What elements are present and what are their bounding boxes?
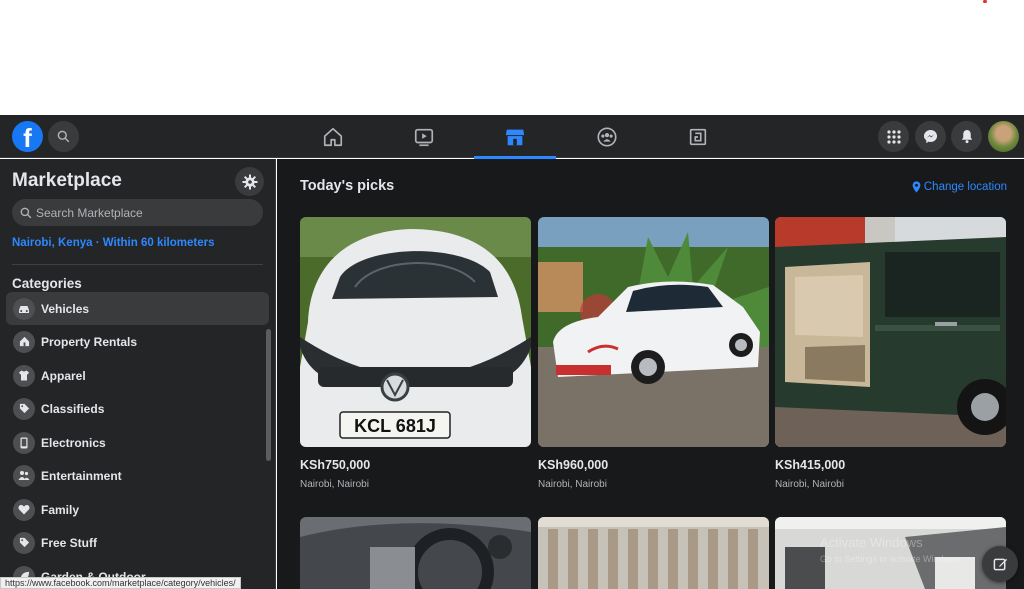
section-title: Today's picks bbox=[300, 178, 395, 194]
people-icon bbox=[13, 464, 35, 487]
category-label: Vehicles bbox=[41, 301, 90, 316]
shirt-icon bbox=[13, 364, 35, 387]
windows-activation-watermark: Activate Windows Go to Settings to activ… bbox=[820, 535, 962, 567]
category-entertainment[interactable]: Entertainment bbox=[6, 459, 269, 492]
listing-location: Nairobi, Nairobi bbox=[775, 479, 844, 490]
listing-price: KSh750,000 bbox=[300, 458, 371, 472]
listing-photo[interactable]: KCL 681J bbox=[300, 217, 531, 447]
sidebar-title: Marketplace bbox=[12, 170, 122, 191]
search-icon bbox=[57, 130, 70, 143]
listing-location: Nairobi, Nairobi bbox=[300, 479, 369, 490]
notifications-button[interactable] bbox=[951, 121, 982, 152]
category-family[interactable]: Family bbox=[6, 493, 269, 526]
bell-icon bbox=[961, 129, 972, 144]
listing-location: Nairobi, Nairobi bbox=[538, 479, 607, 490]
phone-icon bbox=[13, 431, 35, 454]
category-label: Electronics bbox=[41, 435, 106, 450]
listing-photo[interactable] bbox=[538, 217, 769, 447]
settings-button[interactable] bbox=[235, 167, 264, 196]
location-pin-icon bbox=[912, 181, 921, 193]
tab-marketplace[interactable] bbox=[474, 115, 556, 159]
browser-blank-area bbox=[0, 0, 1024, 115]
listing-photo[interactable] bbox=[775, 217, 1006, 447]
messenger-icon bbox=[923, 129, 938, 144]
grid-menu-icon bbox=[886, 129, 901, 144]
sidebar-scrollbar[interactable] bbox=[266, 329, 271, 461]
home-icon bbox=[323, 127, 343, 146]
messenger-button[interactable] bbox=[915, 121, 946, 152]
red-indicator bbox=[983, 0, 987, 3]
search-button[interactable] bbox=[48, 121, 79, 152]
search-input[interactable] bbox=[36, 205, 256, 220]
watermark-line-2: Go to Settings to activate Windows. bbox=[820, 554, 963, 564]
video-icon bbox=[414, 128, 434, 146]
status-bar-url: https://www.facebook.com/marketplace/cat… bbox=[0, 577, 241, 589]
listing-price: KSh415,000 bbox=[775, 458, 846, 472]
menu-button[interactable] bbox=[878, 121, 909, 152]
tab-home[interactable] bbox=[292, 115, 374, 158]
gear-icon bbox=[242, 174, 257, 189]
watermark-line-1: Activate Windows bbox=[820, 535, 923, 550]
listing-card[interactable]: KCL 681J KSh750,000 Nairobi, Nairobi bbox=[300, 217, 531, 490]
category-free-stuff[interactable]: Free Stuff bbox=[6, 526, 269, 559]
gaming-icon bbox=[689, 128, 707, 145]
listing-card[interactable]: KSh960,000 Nairobi, Nairobi bbox=[538, 217, 769, 490]
edit-icon bbox=[993, 558, 1007, 570]
license-plate: KCL 681J bbox=[354, 416, 436, 436]
category-label: Apparel bbox=[41, 368, 86, 383]
tab-groups[interactable] bbox=[566, 115, 648, 158]
marketplace-sidebar: Marketplace Nairobi, Kenya · Within 60 k… bbox=[0, 159, 276, 589]
listing-photo[interactable] bbox=[300, 517, 531, 589]
car-icon bbox=[13, 297, 35, 320]
heart-icon bbox=[13, 498, 35, 521]
search-icon bbox=[20, 207, 32, 218]
tab-gaming[interactable] bbox=[657, 115, 739, 158]
tag-icon bbox=[13, 397, 35, 420]
groups-icon bbox=[597, 126, 617, 147]
store-icon bbox=[505, 129, 525, 145]
change-location-label: Change location bbox=[923, 181, 1007, 193]
marketplace-feed: Today's picks Change location KCL 681J K… bbox=[277, 159, 1024, 589]
house-icon bbox=[13, 330, 35, 353]
tab-watch[interactable] bbox=[383, 115, 465, 158]
avatar[interactable] bbox=[988, 121, 1019, 152]
category-classifieds[interactable]: Classifieds bbox=[6, 392, 269, 425]
category-apparel[interactable]: Apparel bbox=[6, 359, 269, 392]
category-label: Free Stuff bbox=[41, 535, 98, 550]
facebook-logo[interactable]: f bbox=[12, 121, 43, 152]
change-location-link[interactable]: Change location bbox=[912, 181, 1007, 193]
category-vehicles[interactable]: Vehicles bbox=[6, 292, 269, 325]
listing-card[interactable]: KSh415,000 Nairobi, Nairobi bbox=[775, 217, 1006, 490]
tag-icon bbox=[13, 531, 35, 554]
category-property-rentals[interactable]: Property Rentals bbox=[6, 325, 269, 358]
location-filter-link[interactable]: Nairobi, Kenya · Within 60 kilometers bbox=[12, 237, 214, 249]
categories-heading: Categories bbox=[12, 276, 82, 291]
category-label: Property Rentals bbox=[41, 334, 138, 349]
divider bbox=[12, 264, 263, 265]
category-label: Classifieds bbox=[41, 401, 105, 416]
top-navigation-bar: f bbox=[0, 115, 1024, 159]
listing-photo[interactable] bbox=[538, 517, 769, 589]
category-electronics[interactable]: Electronics bbox=[6, 426, 269, 459]
listing-price: KSh960,000 bbox=[538, 458, 609, 472]
marketplace-search[interactable] bbox=[12, 199, 263, 226]
category-label: Family bbox=[41, 502, 80, 517]
compose-button[interactable] bbox=[982, 546, 1018, 582]
category-label: Entertainment bbox=[41, 468, 122, 483]
